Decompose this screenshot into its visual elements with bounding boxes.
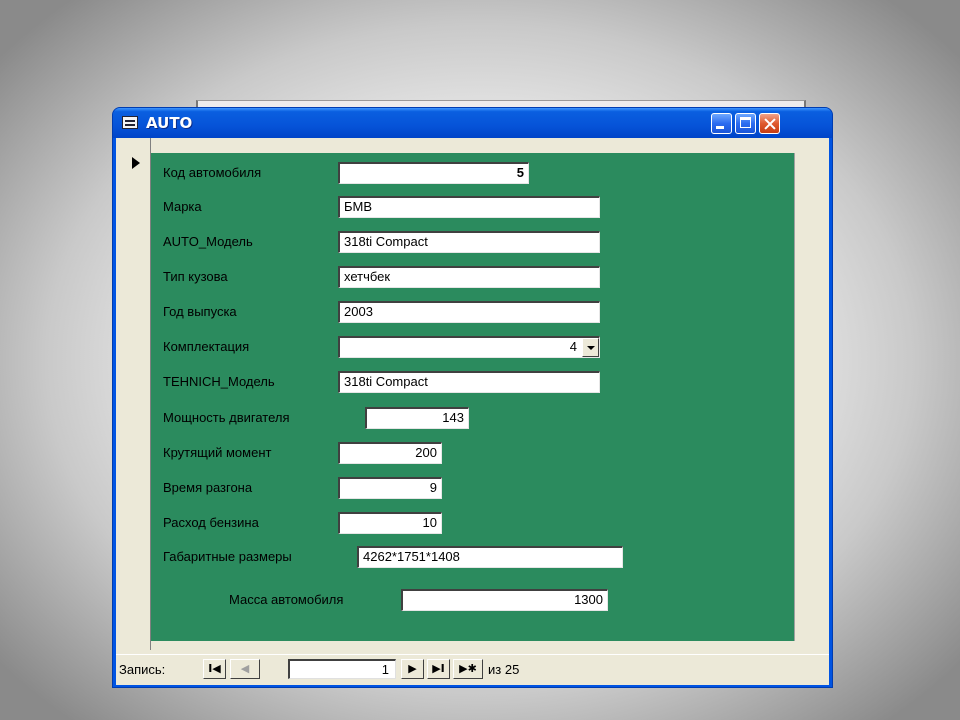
car-code-value: 5 <box>516 165 524 180</box>
trim-combo[interactable]: 4 <box>338 336 600 358</box>
form-window: AUTO Код автомобиля 5 Марка БМВ AUTO_Мод… <box>113 108 832 687</box>
label-car-code: Код автомобиля <box>163 165 262 180</box>
brand-field[interactable]: БМВ <box>338 196 600 218</box>
title-bar[interactable]: AUTO <box>113 108 832 138</box>
form-client-area: Код автомобиля 5 Марка БМВ AUTO_Модель 3… <box>116 138 829 685</box>
next-record-button[interactable]: ▶ <box>401 659 424 679</box>
scroll-divider <box>794 153 795 641</box>
maximize-button[interactable] <box>735 113 756 134</box>
label-tech-model: TEHNICH_Модель <box>163 374 275 389</box>
minimize-button[interactable] <box>711 113 732 134</box>
record-label: Запись: <box>119 662 166 677</box>
dimensions-field[interactable]: 4262*1751*1408 <box>357 546 623 568</box>
new-record-button[interactable]: ▶✱ <box>453 659 483 679</box>
label-year: Год выпуска <box>163 304 237 319</box>
auto-model-field[interactable]: 318ti Compact <box>338 231 600 253</box>
label-engine-power: Мощность двигателя <box>163 410 290 425</box>
window-title: AUTO <box>146 114 193 132</box>
tech-model-field[interactable]: 318ti Compact <box>338 371 600 393</box>
label-auto-model: AUTO_Модель <box>163 234 253 249</box>
record-count: из 25 <box>488 662 520 677</box>
mass-field[interactable]: 1300 <box>401 589 608 611</box>
current-record-arrow-icon <box>132 157 140 169</box>
label-torque: Крутящий момент <box>163 445 272 460</box>
label-trim: Комплектация <box>163 339 250 354</box>
record-navigation-bar: Запись: I◀ ◀ 1 ▶ ▶I ▶✱ из 25 <box>116 654 829 685</box>
label-body-type: Тип кузова <box>163 269 228 284</box>
label-dimensions: Габаритные размеры <box>163 549 292 564</box>
engine-power-field[interactable]: 143 <box>365 407 469 429</box>
first-record-button[interactable]: I◀ <box>203 659 226 679</box>
last-record-button[interactable]: ▶I <box>427 659 450 679</box>
form-detail-section: Код автомобиля 5 Марка БМВ AUTO_Модель 3… <box>151 153 794 641</box>
car-code-field[interactable]: 5 <box>338 162 529 184</box>
label-acceleration: Время разгона <box>163 480 253 495</box>
dropdown-arrow-icon[interactable] <box>582 338 599 357</box>
year-field[interactable]: 2003 <box>338 301 600 323</box>
previous-record-button[interactable]: ◀ <box>230 659 260 679</box>
form-icon <box>122 116 138 129</box>
current-record-input[interactable]: 1 <box>288 659 396 679</box>
body-type-field[interactable]: хетчбек <box>338 266 600 288</box>
acceleration-field[interactable]: 9 <box>338 477 442 499</box>
label-fuel: Расход бензина <box>163 515 259 530</box>
fuel-field[interactable]: 10 <box>338 512 442 534</box>
label-brand: Марка <box>163 199 202 214</box>
torque-field[interactable]: 200 <box>338 442 442 464</box>
record-selector[interactable] <box>116 138 151 650</box>
label-mass: Масса автомобиля <box>229 592 344 607</box>
trim-value: 4 <box>569 339 577 354</box>
close-button[interactable] <box>759 113 780 134</box>
